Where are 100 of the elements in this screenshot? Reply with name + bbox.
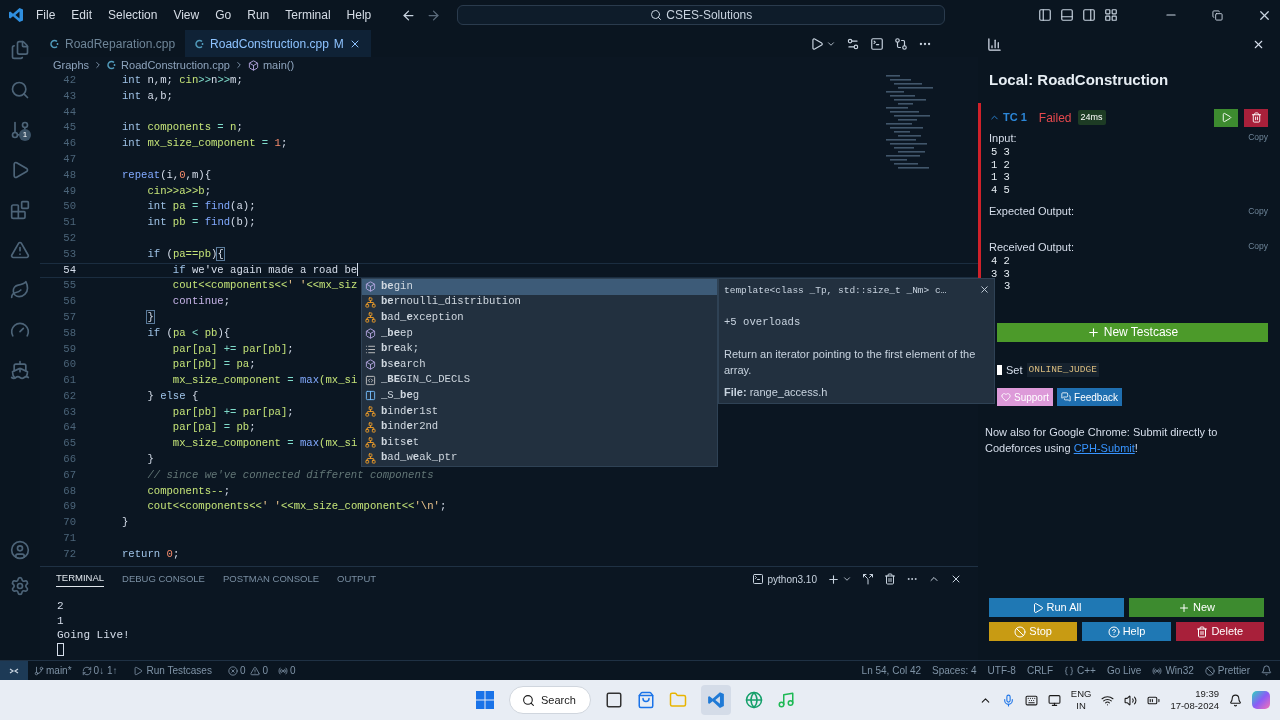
- menu-item[interactable]: View: [173, 6, 200, 24]
- breadcrumb[interactable]: RoadConstruction.cpp: [121, 56, 230, 74]
- panel-tab[interactable]: TERMINAL: [56, 570, 105, 588]
- panel-toggle-icon[interactable]: [1060, 8, 1074, 22]
- suggestion-item[interactable]: binder1st: [362, 403, 717, 420]
- copy-link[interactable]: Copy: [1248, 240, 1268, 254]
- close-icon[interactable]: [950, 573, 962, 585]
- speaker-icon[interactable]: [1124, 693, 1138, 707]
- panel-tab[interactable]: OUTPUT: [337, 571, 377, 587]
- copy-link[interactable]: Copy: [1248, 204, 1268, 218]
- status-item[interactable]: Spaces: 4: [932, 663, 977, 678]
- layout-icon[interactable]: [1104, 8, 1118, 22]
- keyboard-icon[interactable]: [1024, 693, 1038, 707]
- menu-item[interactable]: Selection: [108, 6, 158, 24]
- clock-date[interactable]: 17-08-2024: [1170, 700, 1219, 712]
- command-center[interactable]: CSES-Solutions: [457, 5, 946, 25]
- link-button[interactable]: Feedback: [1057, 388, 1122, 406]
- new-testcase-button[interactable]: New Testcase: [997, 322, 1268, 342]
- status-item[interactable]: Go Live: [1106, 663, 1142, 678]
- breadcrumb[interactable]: main(): [262, 56, 295, 74]
- compare-icon[interactable]: [894, 36, 908, 51]
- new-terminal-icon[interactable]: [827, 572, 840, 586]
- editor-tab[interactable]: RoadReparation.cpp: [40, 30, 186, 57]
- notification-icon[interactable]: [1229, 693, 1242, 707]
- search-icon[interactable]: [10, 80, 30, 100]
- shell-name[interactable]: python3.10: [767, 571, 817, 587]
- menu-item[interactable]: Go: [215, 6, 232, 24]
- status-item[interactable]: Prettier: [1204, 663, 1250, 678]
- vscode-taskbar-button[interactable]: [701, 685, 731, 715]
- windows-logo[interactable]: [475, 690, 495, 710]
- suggestion-item[interactable]: bad_weak_ptr: [362, 450, 717, 467]
- wifi-icon[interactable]: [1101, 693, 1115, 707]
- menu-item[interactable]: Terminal: [285, 6, 331, 24]
- store-icon[interactable]: [637, 691, 655, 709]
- delete-button[interactable]: [1244, 108, 1268, 127]
- region-text[interactable]: IN: [1076, 700, 1086, 712]
- action-button[interactable]: Help: [1082, 622, 1171, 641]
- suggestion-item[interactable]: _S_beg: [362, 388, 717, 404]
- suggestion-item[interactable]: bernoulli_distribution: [362, 294, 717, 311]
- run-button[interactable]: [1214, 108, 1238, 127]
- cph-submit-link[interactable]: CPH-Submit: [1073, 442, 1135, 454]
- breadcrumb[interactable]: Graphs: [53, 56, 90, 74]
- status-item[interactable]: Ln 54, Col 42: [861, 663, 922, 678]
- editor-tab[interactable]: RoadConstruction.cpp M: [185, 30, 371, 57]
- leaf-icon[interactable]: [10, 280, 30, 300]
- copilot-icon[interactable]: [1252, 691, 1270, 709]
- checkbox[interactable]: [997, 364, 1002, 375]
- language-text[interactable]: ENG: [1070, 688, 1092, 700]
- display-icon[interactable]: [1047, 693, 1061, 707]
- suggestion-item[interactable]: bad_exception: [362, 310, 717, 326]
- status-item[interactable]: CRLF: [1026, 663, 1054, 678]
- warning-icon[interactable]: [10, 240, 30, 260]
- action-button[interactable]: Run All: [989, 598, 1124, 617]
- back-icon[interactable]: [401, 7, 417, 23]
- ports-item[interactable]: 0: [278, 663, 296, 678]
- close-icon[interactable]: [979, 284, 990, 295]
- action-button[interactable]: Delete: [1175, 622, 1264, 641]
- menu-item[interactable]: Help: [346, 6, 372, 24]
- forward-icon[interactable]: [426, 7, 442, 23]
- action-button[interactable]: New: [1129, 598, 1264, 617]
- copy-link[interactable]: Copy: [1248, 131, 1268, 145]
- menu-item[interactable]: File: [36, 6, 56, 24]
- settings-icon[interactable]: [10, 576, 30, 596]
- suggestion-item[interactable]: bsearch: [362, 356, 717, 373]
- chevron-down-icon[interactable]: [842, 574, 852, 584]
- sidebar-toggle-icon[interactable]: [1038, 8, 1052, 22]
- split-icon[interactable]: [862, 573, 874, 585]
- suggestion-item[interactable]: binder2nd: [362, 419, 717, 435]
- suggestion-item[interactable]: begin: [362, 279, 717, 295]
- gauge-icon[interactable]: [10, 320, 30, 340]
- suggestion-item[interactable]: bitset: [362, 434, 717, 451]
- remote-button[interactable]: [0, 661, 28, 680]
- run-icon[interactable]: [810, 36, 824, 51]
- suggestion-item[interactable]: _BEGIN_C_DECLS: [362, 372, 717, 389]
- secondary-sidebar-icon[interactable]: [1082, 8, 1096, 22]
- menu-item[interactable]: Edit: [71, 6, 93, 24]
- sync-item[interactable]: 0↓ 1↑: [81, 663, 118, 678]
- run-testcases-item[interactable]: Run Testcases: [133, 663, 212, 678]
- browser-icon[interactable]: [745, 691, 763, 709]
- status-item[interactable]: C++: [1064, 663, 1096, 678]
- panel-tab[interactable]: POSTMAN CONSOLE: [222, 571, 319, 587]
- task-view-icon[interactable]: [605, 691, 623, 709]
- restore-icon[interactable]: [1212, 9, 1223, 21]
- explorer-icon[interactable]: [10, 40, 30, 60]
- status-item[interactable]: UTF-8: [987, 663, 1016, 678]
- taskbar-search[interactable]: Search: [509, 686, 591, 714]
- bar-chart-icon[interactable]: [987, 36, 1002, 52]
- panel-tab[interactable]: DEBUG CONSOLE: [122, 571, 205, 587]
- status-item[interactable]: Win32: [1152, 663, 1194, 678]
- branch-item[interactable]: main*: [34, 663, 72, 678]
- menu-item[interactable]: Run: [247, 6, 270, 24]
- trash-icon[interactable]: [884, 573, 896, 585]
- account-icon[interactable]: [10, 540, 30, 560]
- extensions-icon[interactable]: [10, 200, 30, 220]
- microphone-icon[interactable]: [1001, 693, 1015, 707]
- bell-icon[interactable]: [1261, 665, 1272, 676]
- problems-item[interactable]: 0 0: [227, 663, 268, 678]
- run-debug-icon[interactable]: [10, 160, 30, 180]
- clock-time[interactable]: 19:39: [1195, 688, 1219, 700]
- suggestion-item[interactable]: break;: [362, 341, 717, 357]
